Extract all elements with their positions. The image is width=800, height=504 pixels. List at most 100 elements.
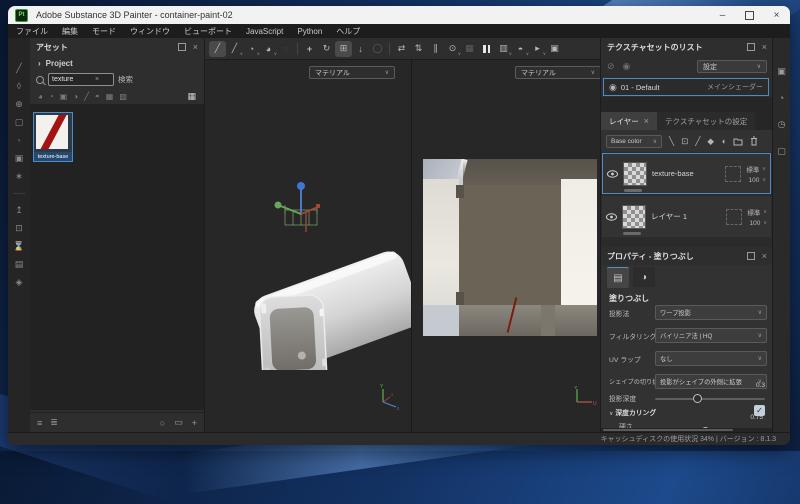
menu-mode[interactable]: モード — [92, 26, 116, 37]
projection-dropdown[interactable]: ワープ投影∨ — [655, 305, 767, 320]
filter-smart-materials-icon[interactable]: ◔ — [49, 92, 54, 101]
layer-thumbnail[interactable] — [622, 205, 646, 229]
channel-dropdown[interactable]: Base color ∨ — [606, 135, 662, 148]
shader-settings-icon[interactable]: ◓∨ — [512, 41, 529, 57]
eye-icon[interactable]: ◉ — [609, 82, 617, 93]
asset-list-view-icon[interactable]: ≡ — [37, 418, 42, 428]
filter-particles-icon[interactable]: ◓ — [95, 92, 100, 101]
maximize-button[interactable] — [736, 6, 763, 24]
close-panel-icon[interactable]: × — [193, 43, 198, 52]
menu-python[interactable]: Python — [297, 27, 322, 36]
mask-slot[interactable] — [725, 166, 741, 182]
opacity-dropdown[interactable]: 100∨ — [748, 177, 766, 184]
snap-icon[interactable]: ⊙∨ — [444, 41, 461, 57]
pause-engine-icon[interactable] — [478, 41, 495, 57]
tab-texture-set-settings[interactable]: テクスチャセットの設定 — [657, 112, 755, 130]
eye-icon[interactable] — [606, 213, 617, 221]
hide-all-eye-icon[interactable]: ⊘ — [607, 61, 615, 72]
layer-row-texture-base[interactable]: texture-base 標準∨ 100∨ — [602, 153, 771, 194]
viewport-3d[interactable]: マテリアル ∨ — [205, 60, 412, 432]
scale-gizmo-icon[interactable]: ⊞ — [335, 41, 352, 57]
menu-javascript[interactable]: JavaScript — [246, 27, 283, 36]
search-box[interactable]: × — [48, 73, 114, 86]
filtering-dropdown[interactable]: バイリニア法 | HQ∨ — [655, 328, 767, 343]
symmetry-y-icon[interactable]: ⇅ — [410, 41, 427, 57]
minimize-button[interactable]: – — [709, 6, 736, 24]
eye-icon[interactable] — [607, 170, 618, 178]
blend-mode-dropdown[interactable]: 標準∨ — [747, 207, 767, 217]
viewport-2d[interactable]: マテリアル ∨ V U — [412, 60, 600, 432]
clear-search-icon[interactable]: × — [95, 75, 99, 84]
float-panel-icon[interactable] — [178, 43, 186, 51]
filter-brushes-icon[interactable]: ╱ — [84, 92, 89, 101]
eraser-tool-icon[interactable]: ◊ — [17, 82, 21, 91]
tab-material-properties[interactable]: ▤ — [607, 267, 629, 288]
menu-viewport[interactable]: ビューポート — [184, 26, 232, 37]
viewport-3d-material-dropdown[interactable]: マテリアル ∨ — [309, 66, 395, 79]
filter-environments-icon[interactable]: ▨ — [119, 92, 127, 101]
apply-projection-icon[interactable]: ↓ — [352, 41, 369, 57]
dock-texture-set-icon[interactable]: ▢ — [777, 146, 786, 157]
resources-icon[interactable]: ▤ — [15, 260, 24, 269]
projection-depth-knob[interactable] — [693, 394, 702, 403]
dock-shader-icon[interactable]: ◔ — [779, 93, 784, 103]
shelf-icon[interactable]: ◈ — [16, 278, 23, 287]
projection-tool-icon[interactable]: ⊕ — [15, 100, 23, 109]
uv-wrap-dropdown[interactable]: なし∨ — [655, 351, 767, 366]
filter-smart-masks-icon[interactable]: ▣ — [60, 92, 68, 101]
material-mode-icon[interactable]: ◔∨ — [243, 41, 260, 57]
transform-gizmo[interactable] — [271, 178, 331, 238]
menu-help[interactable]: ヘルプ — [336, 26, 360, 37]
material-picker-tool-icon[interactable]: ∗ — [15, 172, 23, 181]
add-smart-mask-icon[interactable]: ◖ — [721, 136, 726, 146]
grid-snap-icon[interactable]: ▦ — [461, 41, 478, 57]
history-icon[interactable]: ⌛ — [13, 242, 24, 251]
uv-texture-view[interactable] — [423, 159, 597, 336]
texture-set-item[interactable]: ◉ 01 - Default メインシェーダー — [603, 78, 769, 96]
clone-tool-icon[interactable]: ▣ — [15, 154, 24, 163]
layer-row-layer1[interactable]: レイヤー 1 標準∨ 100∨ — [602, 196, 771, 237]
screenshot-icon[interactable]: ▣ — [546, 41, 563, 57]
symmetry-slash-icon[interactable]: ∥ — [427, 41, 444, 57]
layer-thumbnail[interactable] — [623, 162, 647, 186]
mask-slot[interactable] — [726, 209, 742, 225]
float-panel-icon[interactable] — [747, 43, 755, 51]
add-smart-material-icon[interactable]: ⊡ — [681, 136, 688, 147]
filter-filters-icon[interactable]: ◑ — [73, 92, 78, 101]
float-panel-icon[interactable] — [747, 252, 755, 260]
add-asset-icon[interactable]: + — [192, 418, 197, 428]
refresh-icon[interactable]: ○ — [160, 418, 165, 428]
add-paint-layer-icon[interactable]: ╱ — [695, 136, 700, 147]
asset-detail-view-icon[interactable]: ≣ — [50, 417, 58, 428]
move-gizmo-icon[interactable]: + — [301, 41, 318, 57]
menu-window[interactable]: ウィンドウ — [130, 26, 170, 37]
add-fill-layer-icon[interactable]: ◆ — [707, 136, 714, 147]
manipulator-icon[interactable]: ◯ — [369, 41, 386, 57]
close-button[interactable]: × — [763, 6, 790, 24]
filter-textures-icon[interactable]: ▦ — [106, 92, 114, 101]
close-panel-icon[interactable]: × — [762, 43, 767, 52]
shape-crop-dropdown[interactable]: 投影がシェイプの外側に拡張∨ — [655, 374, 767, 389]
project-section[interactable]: › Project — [30, 56, 204, 71]
close-panel-icon[interactable]: × — [762, 252, 767, 261]
export-icon[interactable]: ↥ — [15, 206, 23, 215]
stroke-path-tool-icon[interactable]: ╱ — [209, 41, 226, 57]
projection-depth-slider[interactable] — [655, 398, 765, 400]
brush-preset-icon[interactable]: ╱∨ — [226, 41, 243, 57]
polygon-fill-tool-icon[interactable]: ▢ — [15, 118, 24, 127]
smart-material-icon[interactable]: ⊡ — [15, 224, 23, 233]
open-folder-icon[interactable]: ▭ — [174, 417, 183, 428]
stencil-mode-icon[interactable]: ◕∨ — [260, 41, 277, 57]
add-group-folder-icon[interactable] — [733, 137, 743, 146]
show-all-eye-icon[interactable]: ◉ — [623, 61, 631, 72]
dock-history-icon[interactable]: ◷ — [778, 119, 786, 130]
paint-tool-icon[interactable]: ╱ — [16, 64, 21, 73]
tab-layers[interactable]: レイヤー × — [601, 112, 657, 130]
viewport-2d-material-dropdown[interactable]: マテリアル ∨ — [515, 66, 600, 79]
close-tab-icon[interactable]: × — [644, 117, 649, 126]
tab-sphere-preview[interactable]: ◑ — [633, 267, 655, 287]
filter-materials-icon[interactable]: ◕ — [38, 92, 43, 101]
rotate-gizmo-icon[interactable]: ↻ — [318, 41, 335, 57]
camera-settings-icon[interactable]: ▸∨ — [529, 41, 546, 57]
texture-set-filter-dropdown[interactable]: 設定 ∨ — [697, 60, 767, 73]
